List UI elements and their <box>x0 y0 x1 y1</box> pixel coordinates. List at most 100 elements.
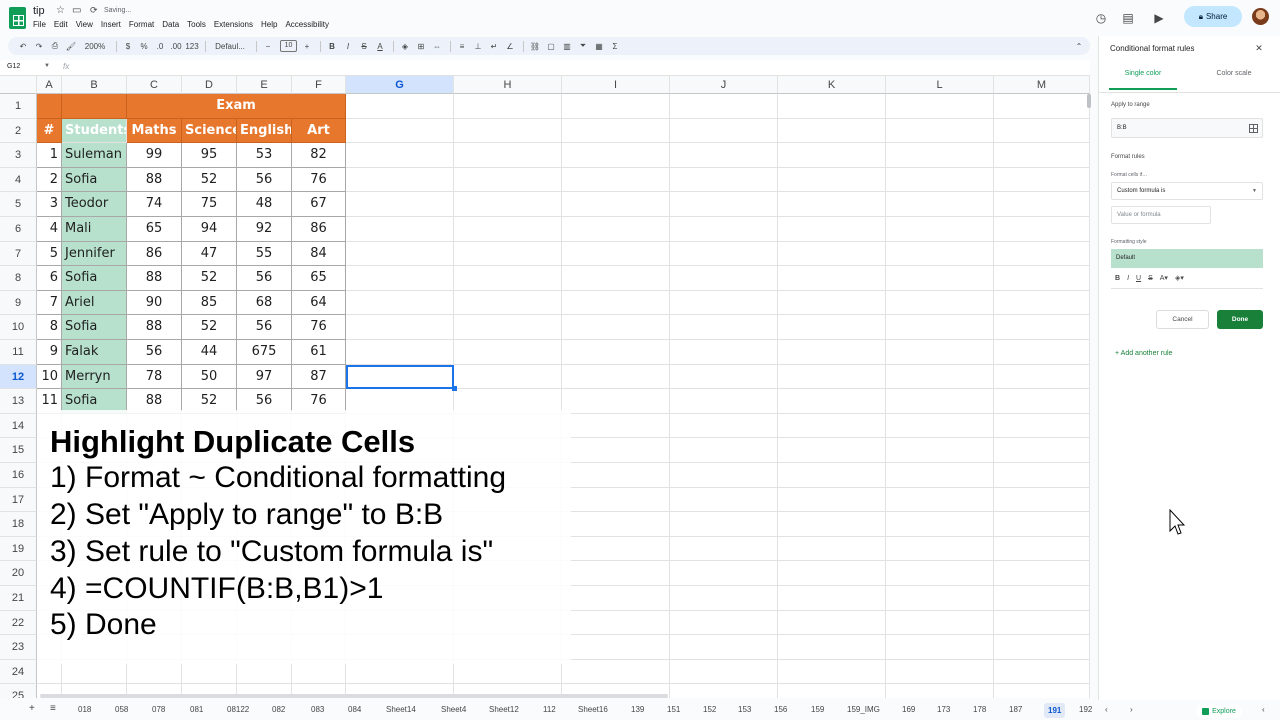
grid-cell[interactable] <box>886 413 994 439</box>
sheet-tab[interactable]: 159_IMG <box>847 705 880 714</box>
horizontal-align-icon[interactable]: ≡ <box>455 42 469 51</box>
student-name-cell[interactable]: Jennifer <box>62 241 127 267</box>
fill-color-icon[interactable]: ◈▾ <box>1175 274 1184 282</box>
row-header[interactable]: 14 <box>0 413 37 439</box>
grid-cell[interactable] <box>454 217 562 242</box>
grid-cell[interactable] <box>994 463 1090 488</box>
grid-cell[interactable] <box>886 463 994 488</box>
grid-cell[interactable] <box>886 438 994 463</box>
score-cell[interactable]: 56 <box>237 315 292 340</box>
score-cell[interactable]: 50 <box>182 364 237 390</box>
sheet-tab[interactable]: 153 <box>738 705 751 714</box>
score-cell[interactable]: 52 <box>182 315 237 340</box>
more-formats-button[interactable]: 123 <box>185 42 199 51</box>
grid-cell[interactable] <box>778 635 886 660</box>
row-header[interactable]: 15 <box>0 438 37 463</box>
scroll-right-icon[interactable]: › <box>1130 705 1133 714</box>
row-header[interactable]: 9 <box>0 290 37 316</box>
grid-cell[interactable] <box>562 340 670 365</box>
grid-cell[interactable] <box>994 659 1090 685</box>
grid-cell[interactable] <box>670 561 778 586</box>
column-header[interactable]: G <box>346 76 454 94</box>
student-name-cell[interactable]: Merryn <box>62 364 127 390</box>
chevron-down-icon[interactable]: ▼ <box>44 63 50 69</box>
style-preview[interactable]: Default <box>1111 249 1263 268</box>
grid-cell[interactable] <box>994 340 1090 365</box>
grid-cell[interactable] <box>886 389 994 414</box>
move-folder-icon[interactable]: ▭ <box>72 5 81 16</box>
menu-file[interactable]: File <box>33 20 46 29</box>
strikethrough-icon[interactable]: S <box>1148 275 1153 282</box>
grid-cell[interactable] <box>454 94 562 119</box>
vertical-align-icon[interactable]: ⊥ <box>471 42 485 51</box>
grid-cell[interactable] <box>670 659 778 685</box>
column-title-cell[interactable]: Students <box>62 118 127 144</box>
sheet-tab[interactable]: 156 <box>774 705 787 714</box>
value-or-formula-input[interactable]: Value or formula <box>1111 206 1211 224</box>
row-header[interactable]: 10 <box>0 315 37 340</box>
all-sheets-icon[interactable]: ≡ <box>50 703 56 714</box>
grid-cell[interactable] <box>562 192 670 217</box>
grid-cell[interactable] <box>778 192 886 217</box>
row-header[interactable]: 13 <box>0 389 37 414</box>
grid-cell[interactable] <box>562 167 670 193</box>
grid-cell[interactable] <box>454 241 562 267</box>
student-name-cell[interactable]: Teodor <box>62 192 127 217</box>
grid-cell[interactable] <box>562 217 670 242</box>
sheet-tab[interactable]: 139 <box>631 705 644 714</box>
score-cell[interactable]: 75 <box>182 192 237 217</box>
condition-select[interactable]: Custom formula is ▼ <box>1111 182 1263 200</box>
horizontal-scrollbar[interactable] <box>40 694 668 698</box>
score-cell[interactable]: 76 <box>292 167 346 193</box>
grid-cell[interactable] <box>670 512 778 537</box>
grid-cell[interactable] <box>346 266 454 291</box>
column-header[interactable]: C <box>127 76 182 94</box>
sheet-tab[interactable]: 187 <box>1009 705 1022 714</box>
grid-cell[interactable] <box>454 143 562 168</box>
row-header[interactable]: 11 <box>0 340 37 365</box>
grid-cell[interactable] <box>886 94 994 119</box>
row-header[interactable]: 17 <box>0 487 37 513</box>
sheet-tab[interactable]: 058 <box>115 705 128 714</box>
grid-cell[interactable] <box>670 192 778 217</box>
sheet-tab[interactable]: 159 <box>811 705 824 714</box>
grid-cell[interactable] <box>562 586 670 611</box>
grid-cell[interactable] <box>886 241 994 267</box>
select-all-corner[interactable] <box>0 76 37 94</box>
grid-cell[interactable] <box>346 241 454 267</box>
score-cell[interactable]: 82 <box>292 143 346 168</box>
grid-cell[interactable] <box>778 143 886 168</box>
vertical-scrollbar[interactable] <box>1087 94 1091 108</box>
column-header[interactable]: I <box>562 76 670 94</box>
grid-cell[interactable] <box>562 389 670 414</box>
grid-cell[interactable] <box>886 512 994 537</box>
share-button[interactable]: 🔒︎ Share <box>1184 6 1242 27</box>
grid-cell[interactable] <box>994 389 1090 414</box>
row-header[interactable]: 18 <box>0 512 37 537</box>
insert-chart-icon[interactable]: ▥ <box>560 42 574 51</box>
score-cell[interactable]: 99 <box>127 143 182 168</box>
grid-cell[interactable] <box>886 167 994 193</box>
menu-edit[interactable]: Edit <box>54 20 68 29</box>
grid-cell[interactable] <box>778 536 886 562</box>
grid-cell[interactable] <box>886 118 994 144</box>
grid-cell[interactable] <box>454 266 562 291</box>
merge-cells-icon[interactable]: ⇔ <box>430 42 444 51</box>
tab-color-scale[interactable]: Color scale <box>1199 70 1269 90</box>
name-box[interactable]: G12 <box>7 63 20 70</box>
score-cell[interactable]: 47 <box>182 241 237 267</box>
row-header[interactable]: 3 <box>0 143 37 168</box>
menu-view[interactable]: View <box>76 20 93 29</box>
history-icon[interactable]: ◷ <box>1092 9 1110 27</box>
grid-cell[interactable] <box>670 586 778 611</box>
score-cell[interactable]: 61 <box>292 340 346 365</box>
scroll-left-icon[interactable]: ‹ <box>1105 705 1108 714</box>
score-cell[interactable]: 97 <box>237 364 292 390</box>
tab-single-color[interactable]: Single color <box>1109 70 1177 90</box>
zoom-select[interactable]: 200% <box>80 42 110 51</box>
select-range-icon[interactable] <box>1249 124 1258 133</box>
fill-handle[interactable] <box>452 386 457 392</box>
grid-cell[interactable] <box>562 118 670 144</box>
score-cell[interactable]: 1 <box>37 143 62 168</box>
student-name-cell[interactable]: Suleman <box>62 143 127 168</box>
